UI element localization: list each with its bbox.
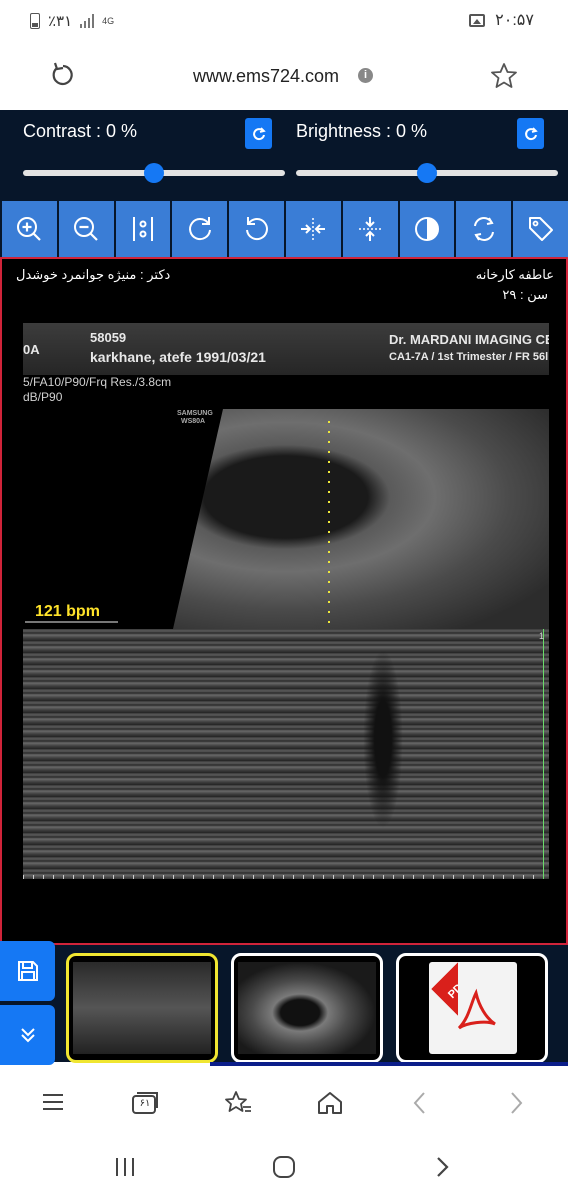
flip-horizontal-icon xyxy=(301,218,326,240)
reset-icon xyxy=(473,217,494,241)
us-param-line2: dB/P90 xyxy=(23,390,63,404)
invert-icon xyxy=(414,217,439,241)
pdf-document-icon: PDF xyxy=(429,962,517,1054)
brightness-slider[interactable] xyxy=(296,163,558,183)
contrast-slider[interactable] xyxy=(23,163,285,183)
brightness-slider-knob[interactable] xyxy=(417,163,437,183)
expand-button[interactable] xyxy=(0,1005,55,1065)
tabs-button[interactable]: ۶۱ xyxy=(130,1090,160,1116)
thumbnail-scroll-indicator xyxy=(210,1062,568,1066)
flip-vertical-button[interactable] xyxy=(342,201,398,257)
back-icon[interactable] xyxy=(410,1090,430,1116)
double-chevron-down-icon xyxy=(20,1028,35,1043)
us-brand: SAMSUNG xyxy=(177,410,213,417)
patient-name: عاطفه کارخانه xyxy=(475,267,554,282)
refresh-icon xyxy=(524,126,538,140)
reset-button[interactable] xyxy=(456,201,512,257)
zoom-out-button[interactable] xyxy=(58,201,114,257)
reload-icon[interactable] xyxy=(50,62,76,88)
browser-toolbar: ۶۱ xyxy=(0,1070,568,1132)
green-marker-line xyxy=(543,629,544,879)
bookmark-star-icon[interactable] xyxy=(490,62,518,90)
m-mode-trace xyxy=(23,629,549,879)
refresh-icon xyxy=(252,126,266,140)
menu-icon[interactable] xyxy=(40,1090,66,1114)
save-icon xyxy=(17,961,38,981)
mmode-cursor-line xyxy=(328,421,330,629)
zoom-in-button[interactable] xyxy=(2,201,57,257)
ultrasound-image[interactable]: 0A 58059 karkhane, atefe 1991/03/21 Dr. … xyxy=(23,323,549,879)
contrast-reset-button[interactable] xyxy=(245,118,272,149)
flip-horizontal-button[interactable] xyxy=(285,201,341,257)
url-text[interactable]: www.ems724.com xyxy=(193,66,339,87)
us-left-code: 0A xyxy=(23,342,40,357)
bookmarks-icon[interactable] xyxy=(224,1090,252,1116)
us-study-id: 58059 xyxy=(90,330,127,345)
fit-icon xyxy=(132,217,153,241)
url-bar: www.ems724.com i xyxy=(0,44,568,110)
us-probe-info: CA1-7A / 1st Trimester / FR 56l xyxy=(389,351,549,363)
home-icon[interactable] xyxy=(316,1090,344,1116)
status-bar: ٪۳۱ 4G ۲۰:۵۷ xyxy=(0,0,568,44)
time-ticks xyxy=(23,875,549,879)
signal-icon xyxy=(80,14,95,28)
fit-button[interactable] xyxy=(115,201,171,257)
home-nav-icon[interactable] xyxy=(271,1154,297,1180)
flip-vertical-icon xyxy=(359,217,382,241)
contrast-label: Contrast : 0 % xyxy=(23,121,138,141)
network-type: 4G xyxy=(102,16,115,26)
us-param-line1: 5/FA10/P90/Frq Res./3.8cm xyxy=(23,375,172,389)
image-area[interactable]: عاطفه کارخانه سن : ۲۹ دکتر : منیژه جوانم… xyxy=(0,257,568,945)
system-nav-bar xyxy=(0,1132,568,1200)
back-nav-icon[interactable] xyxy=(433,1156,453,1178)
save-button[interactable] xyxy=(0,941,55,1001)
viewer-toolbar xyxy=(2,201,568,257)
zoom-in-icon xyxy=(17,217,42,241)
image-notification-icon xyxy=(469,13,486,27)
recent-apps-icon[interactable] xyxy=(113,1156,137,1178)
battery-icon xyxy=(30,13,40,29)
heart-rate: 121 bpm xyxy=(25,601,118,623)
dicom-viewer: Contrast : 0 % Brightness : 0 % عاطفه کا… xyxy=(0,110,568,1065)
brightness-reset-button[interactable] xyxy=(517,118,544,149)
ultrasound-fan xyxy=(173,409,549,629)
us-clinic: Dr. MARDANI IMAGING CE xyxy=(389,332,549,347)
battery-text: ٪۳۱ xyxy=(48,13,73,30)
us-model: WS80A xyxy=(181,418,206,425)
zoom-out-icon xyxy=(74,217,98,241)
thumbnail-image xyxy=(73,962,211,1054)
contrast-slider-knob[interactable] xyxy=(144,163,164,183)
acrobat-logo-icon xyxy=(457,988,496,1030)
tag-icon xyxy=(528,217,553,241)
us-marker: 1 xyxy=(539,631,545,641)
rotate-right-icon xyxy=(188,217,211,241)
clock: ۲۰:۵۷ xyxy=(495,12,534,29)
thumbnail-image xyxy=(238,962,376,1054)
invert-button[interactable] xyxy=(399,201,455,257)
tabs-count: ۶۱ xyxy=(139,1098,151,1109)
rotate-left-icon xyxy=(245,217,268,241)
thumbnail-mmode[interactable] xyxy=(66,953,218,1063)
thumbnail-bmode[interactable] xyxy=(231,953,383,1063)
thumbnail-bar: PDF xyxy=(0,941,568,1065)
tag-button[interactable] xyxy=(513,201,568,257)
doctor-name: دکتر : منیژه جوانمرد خوشدل xyxy=(16,267,171,282)
thumbnail-pdf[interactable]: PDF xyxy=(396,953,548,1063)
rotate-right-button[interactable] xyxy=(172,201,228,257)
forward-icon[interactable] xyxy=(506,1090,526,1116)
us-patient-line: karkhane, atefe 1991/03/21 xyxy=(90,349,266,365)
patient-age: سن : ۲۹ xyxy=(502,287,548,302)
brightness-label: Brightness : 0 % xyxy=(296,121,428,141)
site-info-icon[interactable]: i xyxy=(358,68,373,83)
rotate-left-button[interactable] xyxy=(229,201,284,257)
